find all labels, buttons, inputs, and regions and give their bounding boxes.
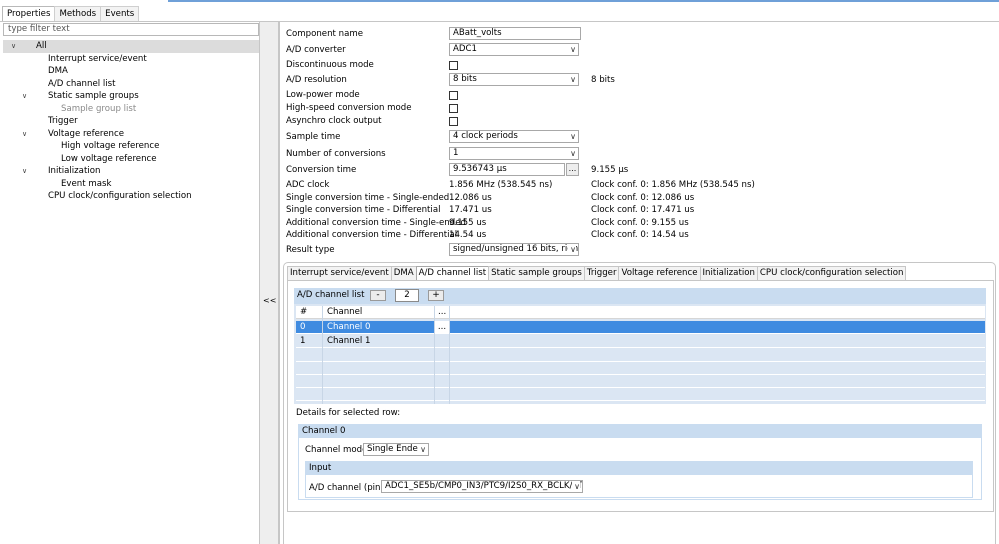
- chevron-down-icon: ∨: [568, 44, 576, 55]
- add-diff-value: 14.54 us: [449, 230, 487, 240]
- channel-group-title: Channel 0: [302, 426, 346, 436]
- tree-item-event-mask[interactable]: Event mask: [61, 178, 111, 191]
- high-speed-mode-label: High-speed conversion mode: [286, 103, 412, 113]
- channel-count-input[interactable]: 2: [395, 289, 419, 302]
- discontinuous-mode-checkbox[interactable]: [449, 61, 458, 70]
- ad-channel-pin-label: A/D channel (pin): [309, 483, 384, 493]
- tab-dma[interactable]: DMA: [390, 266, 417, 280]
- add-diff-label: Additional conversion time - Differentia…: [286, 230, 458, 240]
- ad-converter-select[interactable]: ADC1 ∨: [449, 43, 579, 56]
- low-power-mode-label: Low-power mode: [286, 90, 360, 100]
- group-tab-bar: Interrupt service/event DMA A/D channel …: [287, 266, 907, 281]
- single-se-value: 12.086 us: [449, 193, 492, 203]
- result-type-label: Result type: [286, 245, 335, 255]
- chevron-down-icon: ∨: [568, 74, 576, 85]
- row-more-button[interactable]: ...: [434, 321, 450, 334]
- ad-resolution-label: A/D resolution: [286, 75, 347, 85]
- discontinuous-mode-label: Discontinuous mode: [286, 60, 374, 70]
- tree-item-interrupt[interactable]: Interrupt service/event: [48, 53, 147, 66]
- tree-item-trigger[interactable]: Trigger: [48, 115, 78, 128]
- conversion-time-label: Conversion time: [286, 165, 357, 175]
- tab-static-sample-groups[interactable]: Static sample groups: [488, 266, 585, 280]
- tree-item-cpu-clock[interactable]: CPU clock/configuration selection: [48, 190, 192, 203]
- tab-initialization[interactable]: Initialization: [699, 266, 758, 280]
- single-se-label: Single conversion time - Single-ended: [286, 193, 450, 203]
- chevron-down-icon: ∨: [572, 481, 580, 492]
- tree-item-voltage-reference[interactable]: ∨ Voltage reference: [0, 128, 259, 141]
- chevron-down-icon: ∨: [568, 244, 576, 255]
- conversion-time-input[interactable]: 9.536743 µs: [449, 163, 565, 176]
- ad-resolution-computed: 8 bits: [591, 75, 615, 85]
- single-diff-label: Single conversion time - Differential: [286, 205, 441, 215]
- col-more-header: ...: [438, 307, 447, 317]
- tree-item-ad-channel-list[interactable]: A/D channel list: [48, 78, 115, 91]
- single-se-conf: Clock conf. 0: 12.086 us: [591, 193, 695, 203]
- col-channel-header: Channel: [327, 307, 363, 317]
- chevron-down-icon: ∨: [568, 131, 576, 142]
- tree-item-high-voltage-reference[interactable]: High voltage reference: [61, 140, 159, 153]
- adc-clock-label: ADC clock: [286, 180, 330, 190]
- chevron-down-icon: ∨: [568, 148, 576, 159]
- add-diff-conf: Clock conf. 0: 14.54 us: [591, 230, 689, 240]
- details-label: Details for selected row:: [296, 408, 401, 418]
- chevron-down-icon[interactable]: ∨: [22, 165, 27, 178]
- chevron-down-icon[interactable]: ∨: [11, 40, 16, 53]
- single-diff-value: 17.471 us: [449, 205, 492, 215]
- adc-clock-value: 1.856 MHz (538.545 ns): [449, 180, 553, 190]
- channel-list-title: A/D channel list: [297, 290, 365, 300]
- adc-clock-conf: Clock conf. 0: 1.856 MHz (538.545 ns): [591, 180, 755, 190]
- channel-grid-header: # Channel ...: [296, 306, 985, 319]
- tree-item-sample-group-list[interactable]: Sample group list: [61, 103, 136, 116]
- num-conversions-select[interactable]: 1 ∨: [449, 147, 579, 160]
- channel-mode-label: Channel mode: [305, 445, 368, 455]
- tab-events[interactable]: Events: [100, 6, 140, 21]
- channel-mode-select[interactable]: Single Ended ∨: [363, 443, 429, 456]
- tree-item-initialization[interactable]: ∨ Initialization: [0, 165, 259, 178]
- tree-item-all[interactable]: ∨ All: [3, 40, 259, 53]
- add-channel-button[interactable]: +: [428, 290, 444, 301]
- component-name-label: Component name: [286, 29, 363, 39]
- tree-item-static-sample-groups[interactable]: ∨ Static sample groups: [0, 90, 259, 103]
- num-conversions-label: Number of conversions: [286, 149, 386, 159]
- tab-interrupt[interactable]: Interrupt service/event: [287, 266, 392, 280]
- tab-methods[interactable]: Methods: [54, 6, 102, 21]
- ad-channel-pin-select[interactable]: ADC1_SE5b/CMP0_IN3/PTC9/I2S0_RX_BCLK/FTM…: [381, 480, 583, 493]
- col-index-header: #: [300, 307, 308, 317]
- tree-item-dma[interactable]: DMA: [48, 65, 68, 78]
- collapse-pane-button[interactable]: <<: [260, 22, 279, 544]
- sample-time-select[interactable]: 4 clock periods ∨: [449, 130, 579, 143]
- conversion-time-computed: 9.155 µs: [591, 165, 629, 175]
- tab-voltage-reference[interactable]: Voltage reference: [618, 266, 701, 280]
- tree-item-low-voltage-reference[interactable]: Low voltage reference: [61, 153, 157, 166]
- table-row[interactable]: 1 Channel 1: [296, 335, 985, 348]
- tab-cpu-clock[interactable]: CPU clock/configuration selection: [756, 266, 907, 280]
- conversion-time-more-button[interactable]: ...: [566, 163, 579, 176]
- add-se-label: Additional conversion time - Single-ende…: [286, 218, 466, 228]
- component-name-input[interactable]: ABatt_volts: [449, 27, 581, 40]
- result-type-select[interactable]: signed/unsigned 16 bits, right ju ∨: [449, 243, 579, 256]
- chevron-down-icon[interactable]: ∨: [22, 128, 27, 141]
- add-se-value: 9.155 us: [449, 218, 487, 228]
- async-clock-checkbox[interactable]: [449, 117, 458, 126]
- low-power-mode-checkbox[interactable]: [449, 91, 458, 100]
- top-tab-bar: Properties Methods Events: [2, 6, 140, 21]
- async-clock-label: Asynchro clock output: [286, 116, 382, 126]
- single-diff-conf: Clock conf. 0: 17.471 us: [591, 205, 695, 215]
- tab-properties[interactable]: Properties: [2, 6, 56, 21]
- chevron-down-icon: ∨: [418, 444, 426, 455]
- remove-channel-button[interactable]: -: [370, 290, 386, 301]
- ad-resolution-select[interactable]: 8 bits ∨: [449, 73, 579, 86]
- table-row[interactable]: 0 Channel 0 ...: [296, 321, 985, 334]
- add-se-conf: Clock conf. 0: 9.155 us: [591, 218, 689, 228]
- filter-input[interactable]: type filter text: [3, 23, 259, 36]
- tab-trigger[interactable]: Trigger: [583, 266, 620, 280]
- high-speed-mode-checkbox[interactable]: [449, 104, 458, 113]
- ad-converter-label: A/D converter: [286, 45, 346, 55]
- input-group-title: Input: [309, 463, 332, 473]
- sample-time-label: Sample time: [286, 132, 341, 142]
- tab-ad-channel-list[interactable]: A/D channel list: [415, 266, 490, 281]
- chevron-down-icon[interactable]: ∨: [22, 90, 27, 103]
